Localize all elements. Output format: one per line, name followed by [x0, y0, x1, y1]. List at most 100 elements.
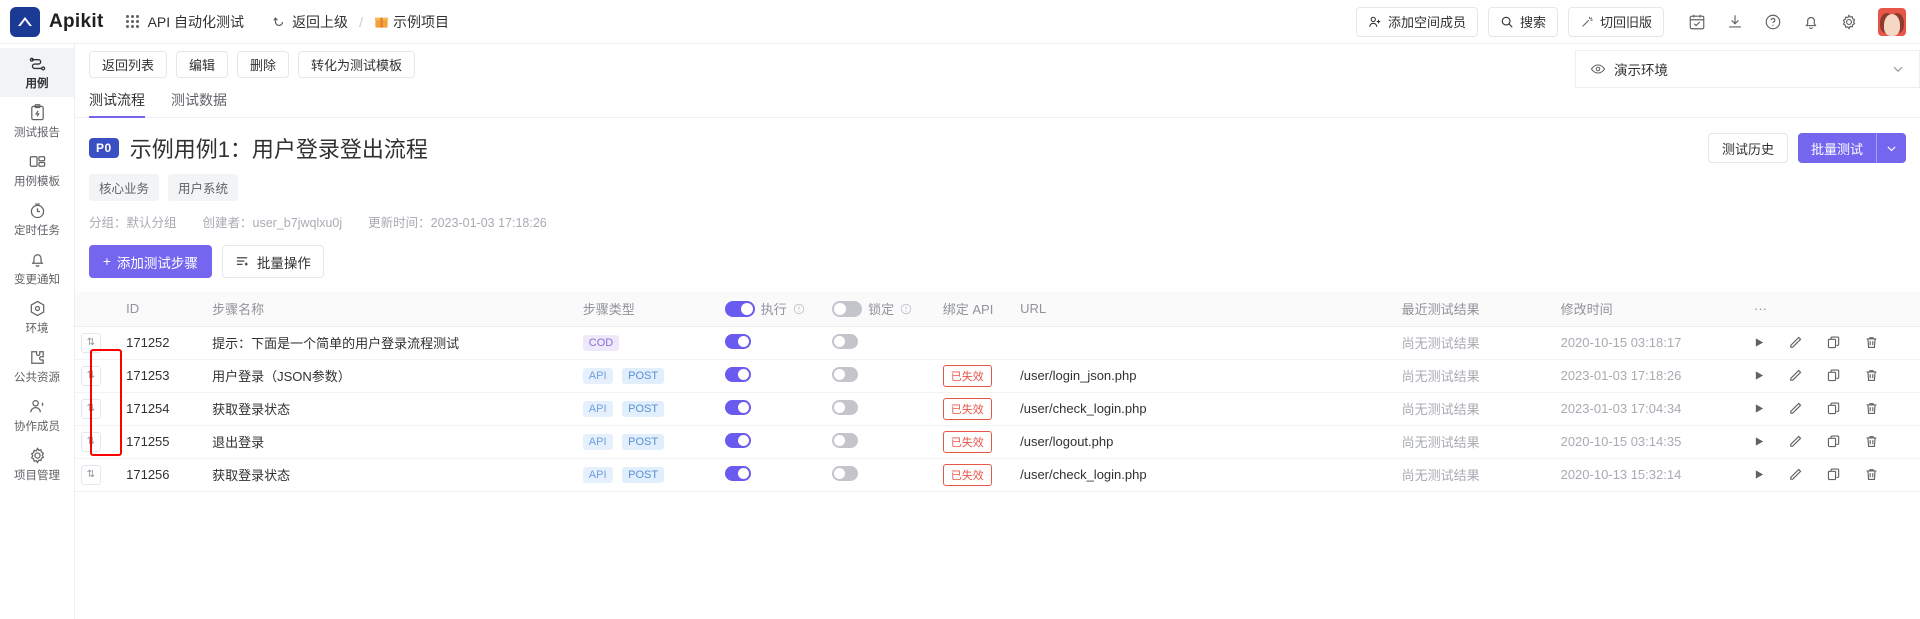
bell-icon[interactable] [1802, 13, 1820, 31]
row-drag-cell[interactable]: ⇅ [75, 392, 121, 426]
run-icon[interactable] [1754, 403, 1765, 414]
col-step-name[interactable]: 步骤名称 [206, 292, 577, 327]
edit-icon[interactable] [1788, 401, 1803, 416]
exec-toggle[interactable] [724, 333, 751, 349]
row-exec-cell[interactable] [718, 458, 827, 492]
exec-toggle[interactable] [724, 432, 751, 448]
lock-toggle[interactable] [832, 432, 859, 448]
lock-toggle[interactable] [832, 465, 859, 481]
add-test-step-button[interactable]: + 添加测试步骤 [89, 245, 212, 278]
sidebar-item-test-report[interactable]: 测试报告 [0, 97, 74, 146]
drag-handle-icon[interactable]: ⇅ [81, 365, 101, 386]
sidebar-item-environment[interactable]: 环境 [0, 293, 74, 342]
delete-icon[interactable] [1864, 434, 1879, 449]
row-step-name[interactable]: 退出登录 [206, 425, 577, 459]
sidebar-item-scheduled-task[interactable]: 定时任务 [0, 195, 74, 244]
app-grid-icon[interactable] [125, 15, 139, 28]
col-lock[interactable]: 锁定 [826, 292, 937, 327]
convert-to-template-button[interactable]: 转化为测试模板 [298, 50, 416, 78]
run-icon[interactable] [1754, 370, 1765, 381]
download-icon[interactable] [1726, 13, 1744, 31]
info-icon[interactable] [793, 303, 805, 315]
run-icon[interactable] [1754, 436, 1765, 447]
lock-toggle[interactable] [832, 399, 859, 415]
delete-icon[interactable] [1864, 368, 1879, 383]
project-breadcrumb[interactable]: 示例项目 [374, 12, 449, 32]
drag-handle-icon[interactable]: ⇅ [81, 398, 101, 419]
run-icon[interactable] [1754, 337, 1765, 348]
back-to-list-button[interactable]: 返回列表 [89, 50, 168, 78]
edit-icon[interactable] [1788, 434, 1803, 449]
row-drag-cell[interactable]: ⇅ [75, 326, 121, 360]
chevron-down-icon[interactable] [1876, 133, 1906, 163]
row-step-name[interactable]: 获取登录状态 [206, 392, 577, 426]
sidebar-item-public-resource[interactable]: 公共资源 [0, 342, 74, 391]
copy-icon[interactable] [1826, 368, 1841, 383]
col-url[interactable]: URL [1014, 292, 1396, 327]
row-lock-cell[interactable] [826, 326, 937, 360]
lock-toggle[interactable] [832, 366, 859, 382]
row-step-name[interactable]: 提示：下面是一个简单的用户登录流程测试 [206, 326, 577, 360]
col-more[interactable]: ··· [1748, 292, 1920, 327]
table-row[interactable]: ⇅ 171253 用户登录（JSON参数） API POST 已失效 /user… [75, 359, 1920, 393]
back-to-parent-button[interactable]: 返回上级 [272, 12, 348, 32]
tab-test-flow[interactable]: 测试流程 [89, 90, 145, 118]
table-row[interactable]: ⇅ 171254 获取登录状态 API POST 已失效 /user/check… [75, 392, 1920, 426]
row-step-name[interactable]: 用户登录（JSON参数） [206, 359, 577, 393]
row-step-name[interactable]: 获取登录状态 [206, 458, 577, 492]
exec-toggle[interactable] [724, 465, 751, 481]
table-row[interactable]: ⇅ 171252 提示：下面是一个简单的用户登录流程测试 COD 尚无测试结果 … [75, 326, 1920, 360]
row-exec-cell[interactable] [718, 326, 827, 360]
exec-toggle[interactable] [724, 366, 751, 382]
gear-icon[interactable] [1840, 13, 1858, 31]
delete-button[interactable]: 删除 [237, 50, 290, 78]
drag-handle-icon[interactable]: ⇅ [81, 431, 101, 452]
user-avatar[interactable] [1878, 7, 1906, 36]
copy-icon[interactable] [1826, 434, 1841, 449]
edit-icon[interactable] [1788, 467, 1803, 482]
edit-button[interactable]: 编辑 [176, 50, 229, 78]
col-latest-result[interactable]: 最近测试结果 [1395, 292, 1555, 327]
delete-icon[interactable] [1864, 335, 1879, 350]
apikit-logo-icon[interactable] [10, 6, 40, 37]
edit-icon[interactable] [1788, 368, 1803, 383]
delete-icon[interactable] [1864, 401, 1879, 416]
drag-handle-icon[interactable]: ⇅ [81, 464, 101, 485]
row-drag-cell[interactable]: ⇅ [75, 425, 121, 459]
row-drag-cell[interactable]: ⇅ [75, 359, 121, 393]
row-drag-cell[interactable]: ⇅ [75, 458, 121, 492]
sidebar-item-change-notice[interactable]: 变更通知 [0, 244, 74, 293]
test-history-button[interactable]: 测试历史 [1707, 133, 1788, 163]
col-bind-api[interactable]: 绑定 API [936, 292, 1015, 327]
drag-handle-icon[interactable]: ⇅ [81, 332, 101, 353]
run-icon[interactable] [1754, 469, 1765, 480]
lock-master-toggle[interactable] [832, 300, 863, 317]
sidebar-item-cases[interactable]: 用例 [0, 48, 74, 97]
copy-icon[interactable] [1826, 467, 1841, 482]
info-icon[interactable] [900, 303, 912, 315]
row-lock-cell[interactable] [826, 425, 937, 459]
workspace-name[interactable]: API 自动化测试 [148, 12, 244, 32]
row-exec-cell[interactable] [718, 425, 827, 459]
search-button[interactable]: 搜索 [1487, 6, 1558, 37]
col-modify-time[interactable]: 修改时间 [1554, 292, 1748, 327]
row-lock-cell[interactable] [826, 392, 937, 426]
lock-toggle[interactable] [832, 333, 859, 349]
environment-selector[interactable]: 演示环境 [1575, 50, 1920, 88]
calendar-icon[interactable] [1688, 13, 1706, 31]
add-space-member-button[interactable]: 添加空间成员 [1355, 6, 1478, 37]
delete-icon[interactable] [1864, 467, 1879, 482]
row-lock-cell[interactable] [826, 359, 937, 393]
col-exec[interactable]: 执行 [718, 292, 827, 327]
row-exec-cell[interactable] [718, 392, 827, 426]
sidebar-item-collaborators[interactable]: 协作成员 [0, 391, 74, 440]
col-id[interactable]: ID [120, 292, 207, 327]
exec-toggle[interactable] [724, 399, 751, 415]
copy-icon[interactable] [1826, 401, 1841, 416]
batch-test-button[interactable]: 批量测试 [1797, 133, 1906, 163]
copy-icon[interactable] [1826, 335, 1841, 350]
sidebar-item-case-template[interactable]: 用例模板 [0, 146, 74, 195]
edit-icon[interactable] [1788, 335, 1803, 350]
bulk-operations-button[interactable]: 批量操作 [221, 245, 324, 278]
switch-legacy-button[interactable]: 切回旧版 [1567, 6, 1664, 37]
